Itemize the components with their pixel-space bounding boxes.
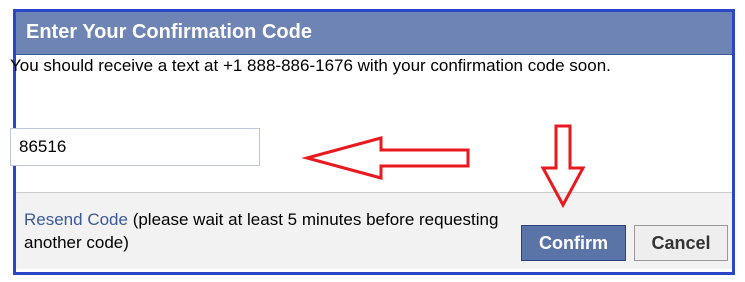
confirmation-message: You should receive a text at +1 888-886-… [10,56,611,75]
resend-info: Resend Code (please wait at least 5 minu… [24,208,514,254]
resend-code-link[interactable]: Resend Code [24,210,128,229]
confirmation-code-input[interactable] [10,128,260,166]
dialog-header: Enter Your Confirmation Code [16,12,732,55]
cancel-button[interactable]: Cancel [634,225,728,261]
dialog-title: Enter Your Confirmation Code [26,21,312,43]
confirm-button[interactable]: Confirm [521,225,626,261]
